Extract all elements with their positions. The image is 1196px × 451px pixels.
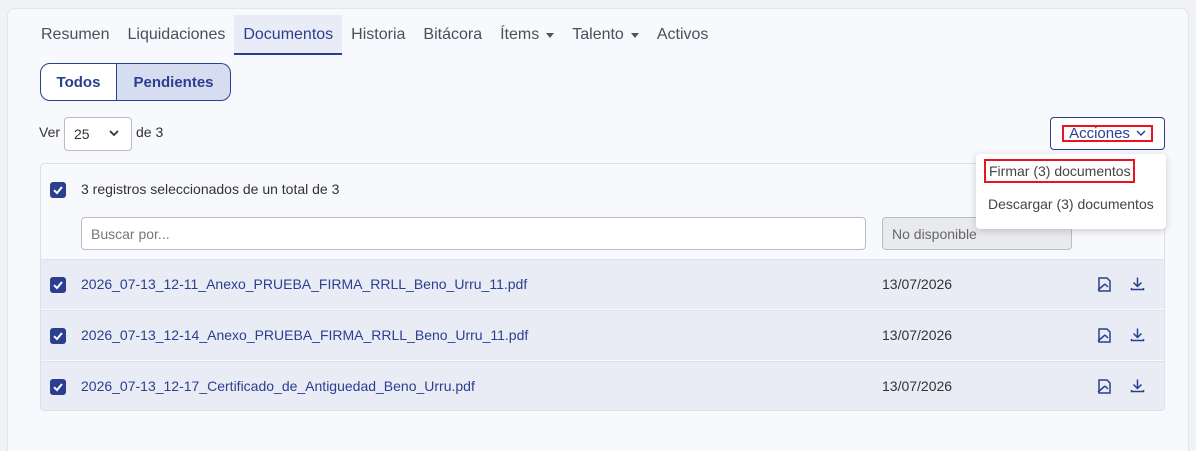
page-size-label: Ver — [39, 124, 61, 140]
caret-down-icon — [546, 32, 555, 38]
tab-liquidaciones[interactable]: Liquidaciones — [118, 15, 234, 55]
search-input[interactable] — [81, 217, 866, 250]
filter-pending-button[interactable]: Pendientes — [117, 63, 231, 101]
sign-document-icon[interactable] — [1096, 276, 1113, 293]
document-name-link[interactable]: 2026_07-13_12-14_Anexo_PRUEBA_FIRMA_RRLL… — [81, 327, 528, 343]
tab-activos[interactable]: Activos — [648, 15, 718, 55]
documents-card: Resumen Liquidaciones Documentos Histori… — [7, 8, 1189, 451]
page-size-select[interactable]: 25 — [64, 117, 132, 151]
tab-bitacora[interactable]: Bitácora — [414, 15, 491, 55]
tab-label: Bitácora — [423, 26, 483, 43]
caret-down-icon — [630, 32, 639, 38]
tab-label: Ítems — [500, 26, 540, 43]
chevron-down-icon — [109, 130, 119, 137]
check-icon — [53, 281, 63, 290]
document-name-link[interactable]: 2026_07-13_12-11_Anexo_PRUEBA_FIRMA_RRLL… — [81, 276, 527, 292]
tab-historia[interactable]: Historia — [342, 15, 414, 55]
tab-label: Historia — [351, 26, 406, 43]
actions-button-highlight: Acciones — [1062, 125, 1153, 142]
tab-label: Activos — [656, 26, 709, 43]
tab-label: Liquidaciones — [127, 26, 226, 43]
tab-bar: Resumen Liquidaciones Documentos Histori… — [32, 15, 717, 55]
chevron-down-icon — [1136, 130, 1146, 136]
select-all-checkbox[interactable] — [50, 182, 66, 198]
tab-documentos[interactable]: Documentos — [234, 15, 343, 55]
check-icon — [53, 186, 63, 195]
table-row: 2026_07-13_12-17_Certificado_de_Antigued… — [41, 361, 1164, 410]
filter-all-button[interactable]: Todos — [40, 63, 117, 101]
tab-label: Talento — [572, 26, 624, 43]
table-row: 2026_07-13_12-11_Anexo_PRUEBA_FIRMA_RRLL… — [41, 259, 1164, 309]
page-size-value: 25 — [74, 126, 90, 142]
actions-dropdown-menu: Firmar (3) documentos Descargar (3) docu… — [976, 154, 1166, 229]
document-date: 13/07/2026 — [882, 276, 953, 292]
document-date: 13/07/2026 — [882, 327, 953, 343]
tab-label: Resumen — [41, 26, 110, 43]
menu-item-sign-documents[interactable]: Firmar (3) documentos — [984, 159, 1135, 183]
document-name-link[interactable]: 2026_07-13_12-17_Certificado_de_Antigued… — [81, 378, 475, 394]
selection-summary: 3 registros seleccionados de un total de… — [81, 181, 340, 197]
download-icon[interactable] — [1130, 276, 1145, 291]
status-filter: Todos Pendientes — [40, 63, 231, 101]
menu-item-download-documents[interactable]: Descargar (3) documentos — [988, 196, 1154, 212]
actions-button[interactable]: Acciones — [1050, 117, 1165, 150]
download-icon[interactable] — [1130, 327, 1145, 342]
row-checkbox[interactable] — [50, 277, 66, 293]
check-icon — [53, 383, 63, 392]
actions-button-label: Acciones — [1069, 125, 1130, 142]
tab-talento[interactable]: Talento — [563, 15, 648, 55]
document-date: 13/07/2026 — [882, 378, 953, 394]
row-checkbox[interactable] — [50, 328, 66, 344]
sign-document-icon[interactable] — [1096, 327, 1113, 344]
download-icon[interactable] — [1130, 378, 1145, 393]
sign-document-icon[interactable] — [1096, 378, 1113, 395]
tab-resumen[interactable]: Resumen — [32, 15, 118, 55]
tab-items[interactable]: Ítems — [491, 15, 563, 55]
check-icon — [53, 332, 63, 341]
row-checkbox[interactable] — [50, 379, 66, 395]
total-count-label: de 3 — [136, 124, 164, 140]
table-row: 2026_07-13_12-14_Anexo_PRUEBA_FIRMA_RRLL… — [41, 310, 1164, 360]
tab-label: Documentos — [243, 26, 334, 43]
